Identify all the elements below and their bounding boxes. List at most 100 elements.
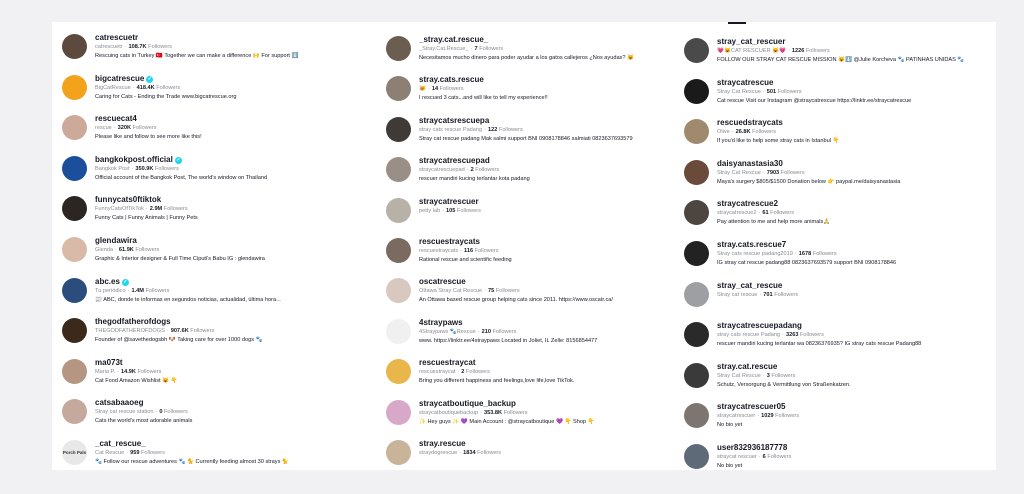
username[interactable]: stray.cat.rescue (717, 362, 987, 372)
avatar[interactable] (684, 403, 709, 429)
username[interactable]: stray.rescue (419, 439, 689, 449)
avatar[interactable]: Porch Pals (62, 440, 87, 465)
avatar[interactable] (386, 36, 411, 61)
username[interactable]: stray_cat_rescue (717, 281, 987, 291)
username[interactable]: rescuedstraycats (717, 118, 987, 128)
account-result-item[interactable]: catsabaaoeg Stray cat rescue station · 0 Fo… (62, 398, 365, 439)
avatar[interactable] (386, 359, 411, 385)
account-result-item[interactable]: rescuecat4 rescue · 320K Followers Please li… (62, 114, 365, 155)
username[interactable]: straycatrescuer (419, 197, 689, 207)
avatar[interactable] (386, 197, 411, 223)
username[interactable]: 4straypaws (419, 318, 689, 328)
avatar[interactable] (62, 277, 87, 303)
username[interactable]: _stray.cat.rescue_ (419, 35, 689, 45)
account-result-item[interactable]: funnycats0ftiktok FunnyCatsOfTikTok · 2.9M … (62, 195, 365, 236)
avatar[interactable] (62, 358, 87, 384)
account-result-item[interactable]: straycatrescue Stray Cat Rescue · 501 Follo… (684, 78, 987, 119)
account-result-item[interactable]: daisyanastasia30 Stray Cat Rescue · 7903 Fo… (684, 159, 987, 200)
account-result-item[interactable]: straycatrescuepad straycatrescuepad · 2 Fol… (386, 156, 689, 197)
avatar[interactable] (684, 362, 709, 388)
account-result-item[interactable]: stray_cat_rescue Stray cat rescue · 701 Fol… (684, 281, 987, 322)
avatar[interactable] (62, 399, 87, 425)
avatar[interactable] (386, 318, 411, 344)
account-result-item[interactable]: stray_cat_rescuer 💗😺CAT RESCUER 😺💗 · 1226 F… (684, 37, 987, 78)
account-result-item[interactable]: straycatrescuer petty lab · 105 Followers (386, 197, 689, 238)
username[interactable]: straycatboutique_backup (419, 399, 689, 409)
username[interactable]: straycatrescue2 (717, 199, 987, 209)
username[interactable]: user832936187778 (717, 443, 987, 453)
account-result-item[interactable]: Porch Pals _cat_rescue_ Cat Rescue · 959 Fol… (62, 439, 365, 480)
account-result-item[interactable]: straycatboutique_backup straycatboutiqueb… (386, 399, 689, 440)
username[interactable]: oscatrescue (419, 277, 689, 287)
account-result-item[interactable]: straycatrescuer05 straycatrescuer · 1029 Fo… (684, 402, 987, 443)
username[interactable]: stray_cat_rescuer (717, 37, 987, 47)
avatar[interactable] (386, 440, 411, 465)
account-result-item[interactable]: rescuestraycat rescuestraycat · 2 Followers… (386, 358, 689, 399)
avatar[interactable] (684, 281, 709, 307)
avatar[interactable] (684, 38, 709, 63)
account-result-item[interactable]: straycatrescuepadang stray cats rescue Pa… (684, 321, 987, 362)
avatar[interactable] (386, 399, 411, 425)
avatar[interactable] (684, 119, 709, 145)
username[interactable]: thegodfatherofdogs (95, 317, 365, 327)
account-result-item[interactable]: stray.cat.rescue Stray Cat Rescue · 3 Follo… (684, 362, 987, 403)
avatar[interactable] (386, 116, 411, 142)
username[interactable]: bangkokpost.official ✓ (95, 155, 365, 165)
avatar[interactable] (684, 322, 709, 348)
username[interactable]: rescuestraycats (419, 237, 689, 247)
account-result-item[interactable]: glendawira Glenda · 61.9K Followers Graphic … (62, 236, 365, 277)
username[interactable]: straycatrescuepad (419, 156, 689, 166)
avatar[interactable] (684, 159, 709, 185)
account-result-item[interactable]: user832936187778 straycat rescuer · 6 Follo… (684, 443, 987, 484)
avatar[interactable] (684, 200, 709, 226)
account-result-item[interactable]: thegodfatherofdogs THEGODFATHEROFDOGS · 907… (62, 317, 365, 358)
username[interactable]: _cat_rescue_ (95, 439, 365, 449)
username[interactable]: funnycats0ftiktok (95, 195, 365, 205)
username[interactable]: stray.cats.rescue (419, 75, 689, 85)
username[interactable]: rescuestraycat (419, 358, 689, 368)
username[interactable]: rescuecat4 (95, 114, 365, 124)
avatar[interactable] (62, 196, 87, 222)
username[interactable]: catrescuetr (95, 33, 365, 43)
username[interactable]: abc.es ✓ (95, 277, 365, 287)
account-result-item[interactable]: abc.es ✓ Tu periódico · 1.4M Followers 📰 ABC,… (62, 277, 365, 318)
avatar[interactable] (62, 155, 87, 181)
account-result-item[interactable]: ma073t Maria P. · 14.9K Followers Cat Food A… (62, 358, 365, 399)
username[interactable]: straycatrescuepadang (717, 321, 987, 331)
account-result-item[interactable]: _stray.cat.rescue_ _Stray.Cat.Rescue_ · 7 F… (386, 35, 689, 76)
account-result-item[interactable]: catrescuetr catrescuetr · 108.7K Followers R… (62, 33, 365, 74)
username[interactable]: straycatrescue (717, 78, 987, 88)
username[interactable]: ma073t (95, 358, 365, 368)
avatar[interactable] (684, 444, 709, 469)
account-result-item[interactable]: bigcatrescue ✓ BigCatRescue · 418.4K Followe… (62, 74, 365, 115)
avatar[interactable] (386, 157, 411, 183)
account-result-item[interactable]: straycatsrescuepa stray cats rescue Padan… (386, 116, 689, 157)
username[interactable]: glendawira (95, 236, 365, 246)
avatar[interactable] (62, 237, 87, 262)
avatar[interactable] (386, 238, 411, 263)
avatar[interactable] (386, 278, 411, 304)
account-result-item[interactable]: rescuedstraycats Olive · 26.8K Followers If … (684, 118, 987, 159)
followers-label: Followers (475, 450, 502, 456)
username[interactable]: straycatrescuer05 (717, 402, 987, 412)
avatar[interactable] (62, 74, 87, 100)
username[interactable]: catsabaaoeg (95, 398, 365, 408)
username[interactable]: daisyanastasia30 (717, 159, 987, 169)
avatar[interactable] (62, 318, 87, 344)
account-result-item[interactable]: stray.cats.rescue 😿 · 14 Followers I rescued… (386, 75, 689, 116)
username[interactable]: bigcatrescue ✓ (95, 74, 365, 84)
username[interactable]: stray.cats.rescue7 (717, 240, 987, 250)
avatar[interactable] (684, 78, 709, 104)
account-result-item[interactable]: straycatrescue2 straycatrescue2 · 61 Follow… (684, 199, 987, 240)
avatar[interactable] (62, 34, 87, 59)
account-result-item[interactable]: stray.cats.rescue7 Stray cats rescue pada… (684, 240, 987, 281)
account-result-item[interactable]: bangkokpost.official ✓ Bangkok Post · 350.9K… (62, 155, 365, 196)
avatar[interactable] (684, 241, 709, 266)
account-result-item[interactable]: 4straypaws 4Straypaws 🐾Rescue · 210 Followe… (386, 318, 689, 359)
account-result-item[interactable]: rescuestraycats rescuestraycats · 116 Follo… (386, 237, 689, 278)
account-result-item[interactable]: oscatrescue Ottawa Stray Cat Rescue · 75 Fo… (386, 277, 689, 318)
account-result-item[interactable]: stray.rescue straydogrescue · 1834 Follower… (386, 439, 689, 480)
avatar[interactable] (386, 76, 411, 102)
avatar[interactable] (62, 115, 87, 141)
username[interactable]: straycatsrescuepa (419, 116, 689, 126)
